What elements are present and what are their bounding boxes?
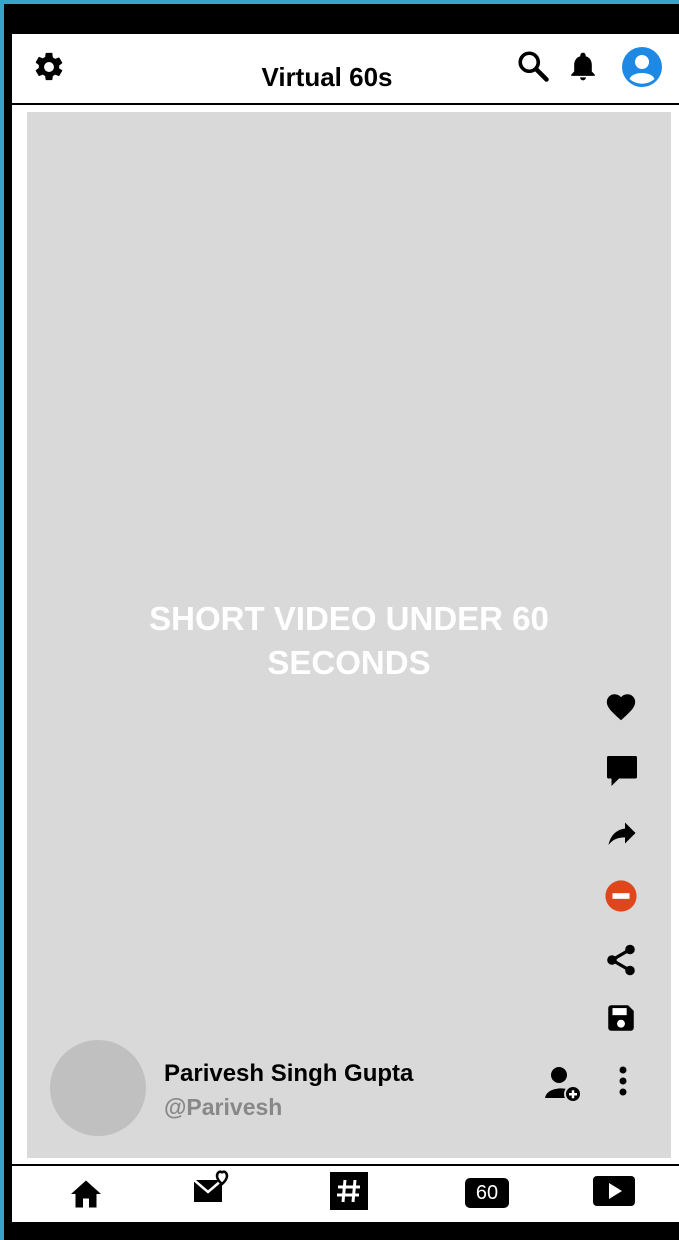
video-caption: SHORT VIDEO UNDER 60 SECONDS: [149, 600, 549, 681]
share-icon[interactable]: [603, 942, 639, 978]
top-bar: Virtual 60s: [12, 34, 679, 105]
save-icon[interactable]: [604, 1000, 638, 1036]
sixty-badge[interactable]: 60: [465, 1178, 509, 1208]
hashtag-icon[interactable]: [330, 1172, 368, 1210]
heart-icon[interactable]: [603, 690, 639, 724]
bell-icon[interactable]: [567, 50, 599, 84]
user-avatar-icon[interactable]: [621, 46, 663, 88]
inbox-heart-icon[interactable]: [192, 1170, 232, 1208]
creator-avatar[interactable]: [50, 1040, 146, 1136]
home-icon[interactable]: [67, 1176, 105, 1212]
block-icon[interactable]: [604, 879, 638, 913]
phone-frame: Virtual 60s SHORT VIDEO UNDER 60 SECONDS: [4, 4, 679, 1240]
video-placeholder[interactable]: SHORT VIDEO UNDER 60 SECONDS Parivesh Si…: [27, 112, 671, 1158]
forward-icon[interactable]: [603, 815, 641, 851]
play-icon[interactable]: [593, 1176, 635, 1206]
follow-user-icon[interactable]: [543, 1064, 585, 1104]
creator-handle[interactable]: @Parivesh: [164, 1094, 282, 1121]
more-vertical-icon[interactable]: [615, 1064, 631, 1100]
creator-name[interactable]: Parivesh Singh Gupta: [164, 1060, 413, 1088]
search-icon[interactable]: [515, 48, 551, 84]
app-screen: Virtual 60s SHORT VIDEO UNDER 60 SECONDS: [12, 34, 679, 1222]
comment-icon[interactable]: [604, 753, 640, 789]
